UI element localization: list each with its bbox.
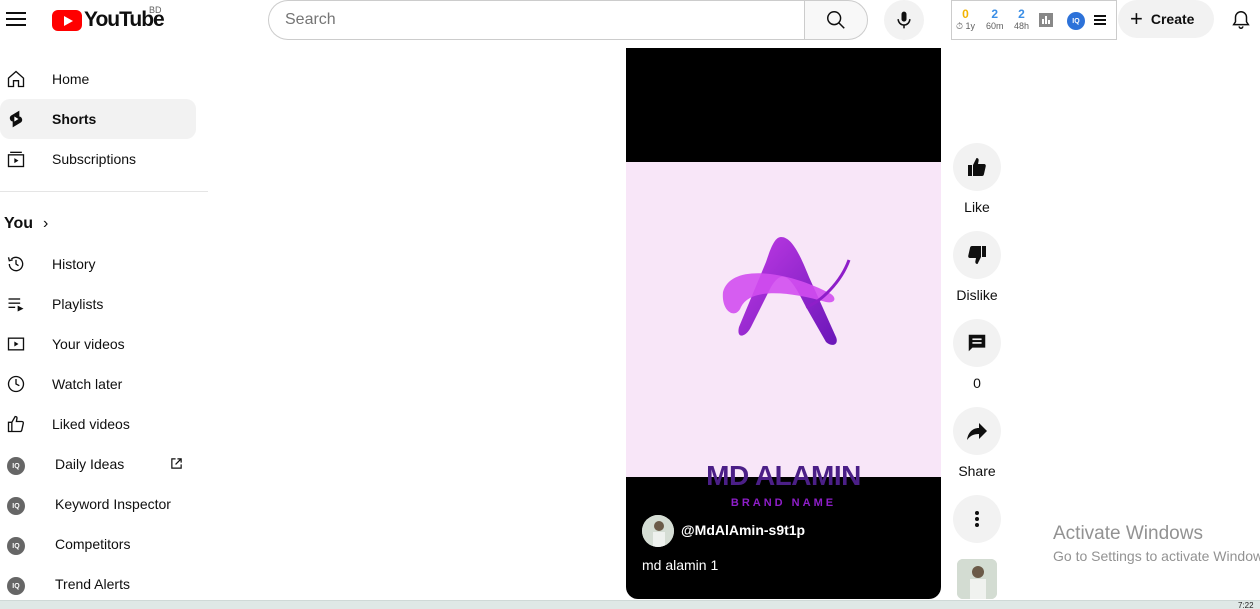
sidebar-item-label: Watch later	[52, 376, 123, 392]
sidebar-item-watch-later[interactable]: Watch later	[0, 364, 196, 404]
dislike-action: Dislike	[952, 231, 1002, 303]
vidiq-stat: 2 60m	[986, 7, 1004, 31]
brand-name-text: MD ALAMIN	[706, 460, 861, 491]
sidebar-item-label: Shorts	[52, 111, 97, 127]
subscriptions-icon	[7, 151, 25, 168]
country-code: BD	[149, 5, 162, 15]
sidebar-divider	[0, 191, 208, 192]
sidebar-item-label: Daily Ideas	[55, 456, 125, 472]
taskbar: 7:22	[0, 600, 1260, 609]
sidebar-item-label: Keyword Inspector	[55, 496, 171, 512]
sidebar-item-trend-alerts[interactable]: IQ Trend Alerts	[0, 564, 196, 604]
you-section-header[interactable]: You ›	[0, 204, 208, 244]
sidebar-item-history[interactable]: History	[0, 244, 196, 284]
watermark-line-1: Activate Windows	[1053, 523, 1203, 544]
bar-chart-icon[interactable]	[1039, 13, 1053, 27]
sidebar-item-subscriptions[interactable]: Subscriptions	[0, 139, 196, 179]
sidebar-item-label: Trend Alerts	[55, 576, 130, 592]
create-label: Create	[1150, 11, 1195, 27]
vidiq-icon: IQ	[7, 497, 25, 515]
channel-handle[interactable]: @MdAlAmin-s9t1p	[681, 522, 805, 538]
share-action: Share	[952, 407, 1002, 479]
sidebar: Home Shorts Subscriptions You › History …	[0, 56, 208, 604]
search-icon	[827, 11, 845, 29]
plus-icon: +	[1130, 6, 1143, 31]
sidebar-item-label: Your videos	[52, 336, 125, 352]
brand-tagline: BRAND NAME	[730, 497, 837, 509]
like-button[interactable]	[953, 143, 1001, 191]
your-videos-icon	[7, 337, 25, 351]
sidebar-item-daily-ideas[interactable]: IQ Daily Ideas	[0, 444, 196, 484]
home-icon	[7, 70, 25, 88]
sidebar-item-competitors[interactable]: IQ Competitors	[0, 524, 196, 564]
sidebar-item-label: Competitors	[55, 536, 131, 552]
playlists-icon	[8, 298, 24, 312]
history-icon	[7, 256, 24, 272]
brand-logo-graphic	[722, 237, 851, 345]
notifications-bell-icon[interactable]	[1230, 9, 1252, 31]
vidiq-stat: 2 48h	[1014, 7, 1030, 31]
youtube-play-icon	[52, 9, 82, 31]
share-arrow-icon	[967, 423, 987, 440]
microphone-icon	[897, 11, 911, 29]
dislike-label: Dislike	[956, 287, 998, 303]
more-action	[952, 495, 1002, 543]
video-title[interactable]: md alamin 1	[642, 557, 718, 573]
vidiq-logo-icon[interactable]: IQ	[1067, 12, 1085, 30]
more-options-button[interactable]	[953, 495, 1001, 543]
you-title: You	[4, 215, 34, 232]
dislike-button[interactable]	[953, 231, 1001, 279]
voice-search-button[interactable]	[884, 0, 924, 40]
share-button[interactable]	[953, 407, 1001, 455]
avatar-person-icon	[957, 559, 997, 599]
chevron-right-icon: ›	[43, 215, 49, 232]
vidiq-icon: IQ	[7, 577, 25, 595]
video-frame: MD ALAMIN BRAND NAME	[626, 162, 941, 509]
vidiq-icon: IQ	[7, 537, 25, 555]
search-input[interactable]	[285, 11, 805, 29]
shorts-player[interactable]: MD ALAMIN BRAND NAME @MdAlAmin-s9t1p md …	[626, 48, 941, 599]
sidebar-item-shorts[interactable]: Shorts	[0, 99, 196, 139]
taskbar-clock: 7:22	[1238, 601, 1254, 609]
search-box	[268, 0, 805, 40]
vidiq-stat: 0 ⏱ 1y	[956, 7, 976, 31]
clock-icon	[7, 375, 25, 393]
activate-windows-watermark: Activate Windows Go to Settings to activ…	[1053, 523, 1260, 564]
search-button[interactable]	[804, 0, 868, 40]
sidebar-item-playlists[interactable]: Playlists	[0, 284, 196, 324]
sidebar-item-label: Playlists	[52, 296, 104, 312]
sidebar-item-label: Liked videos	[52, 416, 130, 432]
vidiq-toolbar[interactable]: 0 ⏱ 1y 2 60m 2 48h IQ	[951, 0, 1117, 40]
sound-reel-thumbnail[interactable]	[957, 559, 997, 599]
shorts-icon	[9, 110, 23, 128]
sidebar-item-label: History	[52, 256, 96, 272]
avatar-person-icon	[642, 515, 674, 547]
thumbs-up-icon	[7, 415, 24, 433]
sidebar-item-keyword-inspector[interactable]: IQ Keyword Inspector	[0, 484, 196, 524]
masthead: YouTube BD 0 ⏱ 1y 2 60m 2 48h IQ + Creat…	[0, 0, 1260, 40]
thumbs-up-icon	[968, 158, 986, 176]
like-action: Like	[952, 143, 1002, 215]
more-vert-icon	[975, 511, 979, 527]
share-label: Share	[958, 463, 996, 479]
vidiq-icon: IQ	[7, 457, 25, 475]
like-label: Like	[964, 199, 990, 215]
sidebar-item-label: Subscriptions	[52, 151, 137, 167]
menu-icon[interactable]	[6, 9, 26, 29]
comment-icon	[968, 334, 986, 352]
comments-count: 0	[973, 375, 981, 391]
sidebar-item-label: Home	[52, 71, 90, 87]
channel-avatar[interactable]	[642, 515, 674, 547]
youtube-logo[interactable]: YouTube	[52, 8, 165, 32]
sidebar-item-your-videos[interactable]: Your videos	[0, 324, 196, 364]
thumbs-down-icon	[968, 246, 986, 264]
comments-button[interactable]	[953, 319, 1001, 367]
external-link-icon	[171, 458, 182, 469]
comments-action: 0	[952, 319, 1002, 391]
sidebar-item-home[interactable]: Home	[0, 59, 196, 99]
create-button[interactable]: + Create	[1118, 0, 1214, 38]
watermark-line-2: Go to Settings to activate Windows.	[1053, 548, 1260, 564]
sidebar-item-liked-videos[interactable]: Liked videos	[0, 404, 196, 444]
menu-lines-icon[interactable]	[1094, 14, 1106, 26]
